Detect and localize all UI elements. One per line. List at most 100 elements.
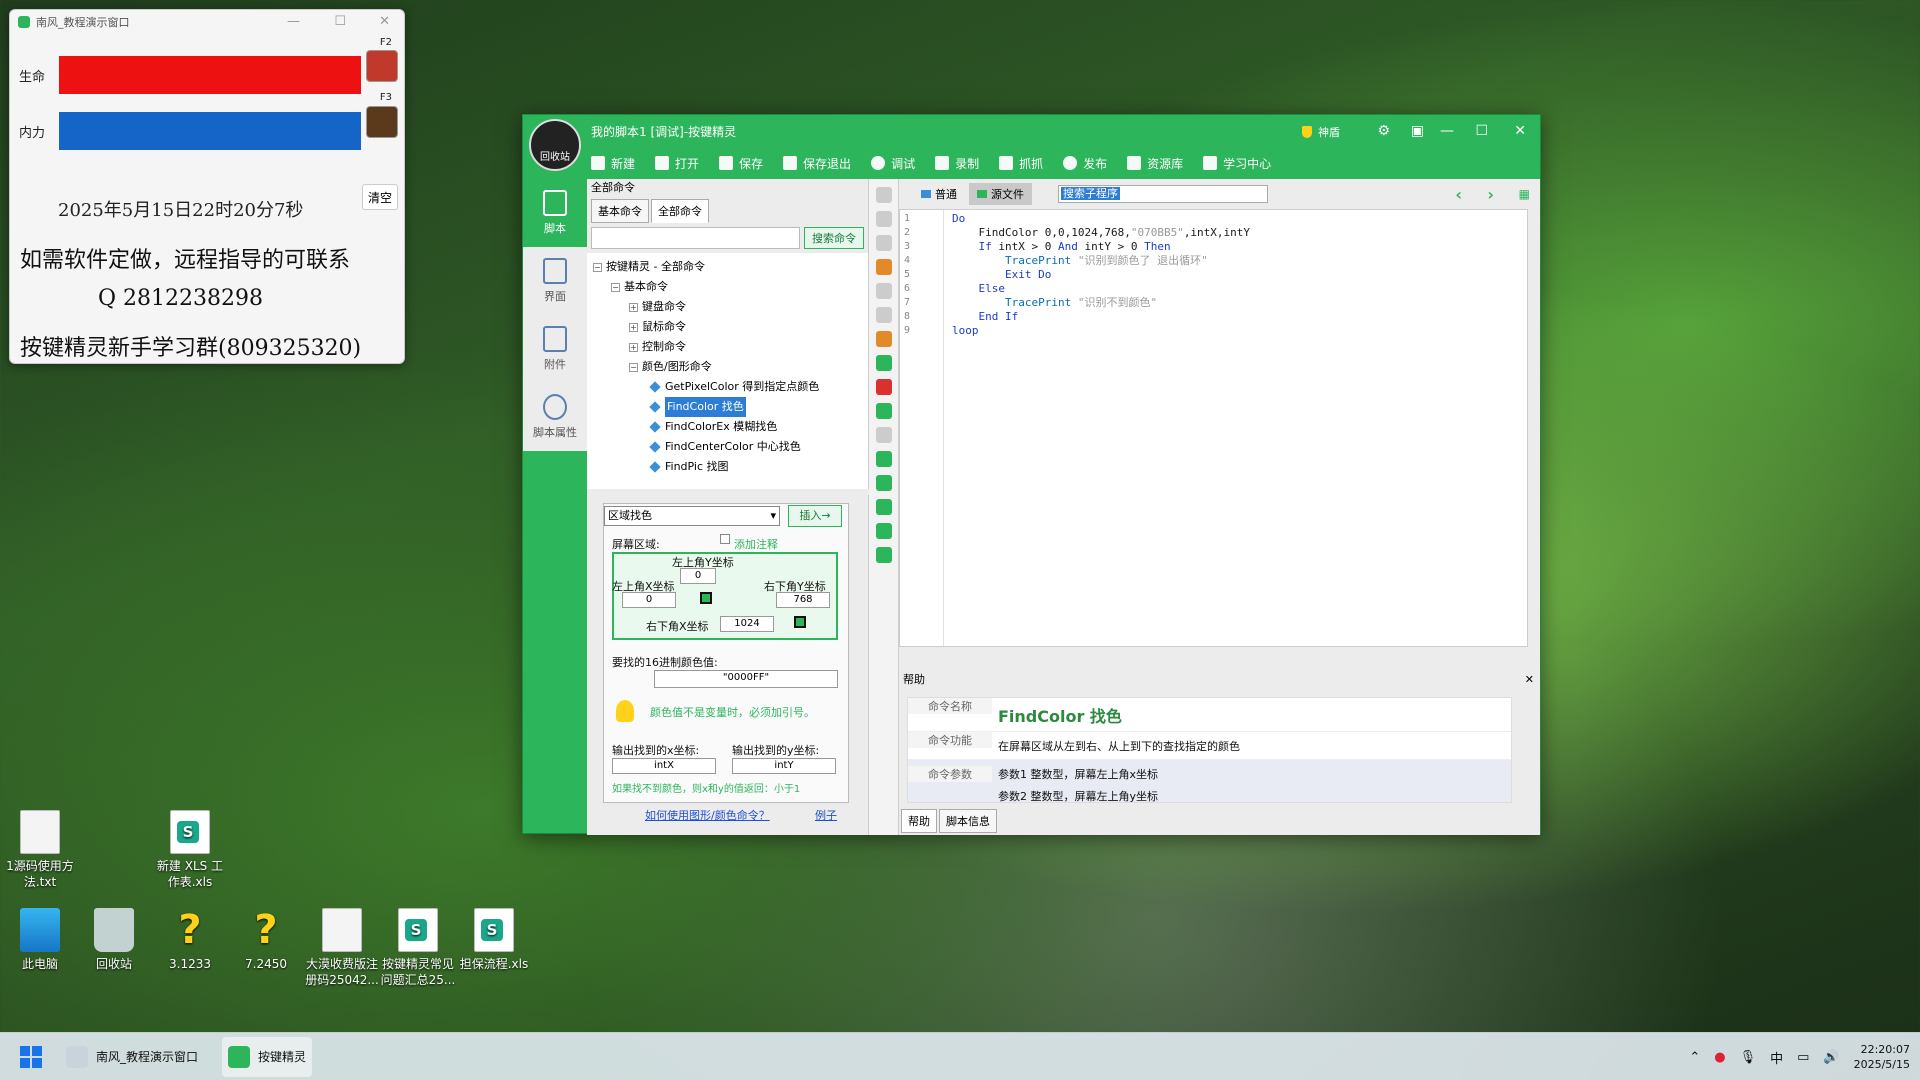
desktop-icon-this-pc[interactable]: 此电脑 — [0, 908, 80, 972]
hand-icon[interactable] — [875, 259, 892, 275]
network-icon[interactable]: ▭ — [1797, 1050, 1809, 1065]
desktop-icon-xls[interactable]: 新建 XLS 工 作表.xls — [150, 810, 230, 890]
replace-icon[interactable] — [875, 499, 892, 515]
arrow-up-icon[interactable] — [875, 211, 892, 227]
desktop-icon-guarantee[interactable]: 担保流程.xls — [454, 908, 534, 972]
collapse-icon[interactable]: − — [629, 362, 638, 372]
expand-icon[interactable]: + — [629, 342, 638, 352]
nav-script[interactable]: 脚本 — [523, 179, 587, 247]
tree-node[interactable]: + 键盘命令 — [593, 297, 862, 317]
ime-indicator[interactable]: 中 — [1770, 1048, 1783, 1067]
tree-leaf[interactable]: FindPic 找图 — [593, 457, 862, 477]
uncomment-icon[interactable] — [875, 379, 892, 395]
cmd-search-input[interactable] — [591, 227, 800, 249]
volume-icon[interactable]: 🔊 — [1823, 1050, 1839, 1065]
tree-leaf-selected[interactable]: FindColor 找色 — [593, 397, 862, 417]
maximize-icon[interactable]: ☐ — [1475, 123, 1488, 139]
maximize-icon[interactable]: ☐ — [334, 14, 346, 29]
color-input[interactable]: "0000FF" — [654, 670, 838, 688]
chevron-up-icon[interactable]: ⌃ — [1689, 1050, 1700, 1065]
desktop-icon-recycle-bin[interactable]: 回收站 — [74, 908, 154, 972]
how-to-use-link[interactable]: 如何使用图形/颜色命令？ — [645, 807, 770, 823]
save-exit-button[interactable]: 保存退出 — [783, 155, 851, 172]
microphone-icon[interactable]: 🎙 — [1740, 1050, 1757, 1065]
desktop-icon-dama[interactable]: 大漠收费版注 册码25042... — [302, 908, 382, 988]
nav-attachment[interactable]: 附件 — [523, 315, 587, 383]
tree-leaf[interactable]: FindCenterColor 中心找色 — [593, 437, 862, 457]
top-left-x-input[interactable]: 0 — [622, 592, 676, 608]
desktop-icon-unknown-1[interactable]: ? 3.1233 — [150, 908, 230, 972]
taskbar-anjian[interactable]: 按键精灵 — [222, 1036, 313, 1077]
minimize-icon[interactable]: — — [1440, 123, 1454, 139]
clear-button[interactable]: 清空 — [362, 184, 398, 210]
tab-help[interactable]: 帮助 — [901, 809, 937, 833]
add-comment-checkbox[interactable] — [720, 534, 730, 544]
insert-button[interactable]: 插入→ — [788, 505, 842, 527]
arrow-left-icon[interactable]: ‹ — [1455, 185, 1462, 204]
collapse-icon[interactable]: − — [611, 282, 620, 292]
skill-icon-f3[interactable] — [366, 106, 398, 138]
shield-button[interactable]: 神盾 — [1302, 124, 1340, 140]
tree-node[interactable]: + 控制命令 — [593, 337, 862, 357]
copy-icon[interactable] — [875, 307, 892, 323]
bottom-right-y-input[interactable]: 768 — [776, 592, 830, 608]
minimize-icon[interactable]: — — [287, 14, 300, 29]
crosshair-handle-top-left[interactable] — [700, 592, 712, 604]
gear-icon[interactable]: ⚙ — [1377, 123, 1390, 139]
resource-button[interactable]: 资源库 — [1127, 155, 1183, 172]
tree-leaf[interactable]: FindColorEx 模糊找色 — [593, 417, 862, 437]
layout-icon[interactable]: ▦ — [1519, 187, 1530, 201]
eye-icon[interactable] — [875, 547, 892, 563]
nav-properties[interactable]: 脚本属性 — [523, 383, 587, 451]
collapse-icon[interactable]: − — [593, 262, 602, 272]
tree-node[interactable]: − 颜色/图形命令 — [593, 357, 862, 377]
mode-select[interactable]: 区域找色 ▾ — [604, 506, 780, 526]
restore-icon[interactable]: ▣ — [1411, 123, 1424, 139]
open-button[interactable]: 打开 — [655, 155, 699, 172]
print-icon[interactable] — [875, 283, 892, 299]
desktop-icon-unknown-2[interactable]: ? 7.2450 — [226, 908, 306, 972]
subroutine-select[interactable]: 搜索子程序 — [1058, 185, 1268, 203]
publish-button[interactable]: 发布 — [1063, 155, 1107, 172]
capture-button[interactable]: 抓抓 — [999, 155, 1043, 172]
record-button[interactable]: 录制 — [935, 155, 979, 172]
goto-icon[interactable] — [875, 451, 892, 467]
tree-node[interactable]: − 按键精灵 - 全部命令 — [593, 257, 862, 277]
tab-all-commands[interactable]: 全部命令 — [651, 199, 709, 223]
tree-node[interactable]: − 基本命令 — [593, 277, 862, 297]
tray-app-icon[interactable]: ● — [1714, 1050, 1725, 1065]
close-icon[interactable]: ✕ — [1514, 123, 1526, 139]
new-button[interactable]: 新建 — [591, 155, 635, 172]
tab-basic-commands[interactable]: 基本命令 — [591, 199, 649, 223]
code-editor[interactable]: 1 2 3 4 5 6 7 8 9 Do FindColor 0,0,1024,… — [899, 209, 1528, 647]
tree-leaf[interactable]: GetPixelColor 得到指定点颜色 — [593, 377, 862, 397]
template-icon[interactable] — [875, 523, 892, 539]
comment-icon[interactable] — [875, 355, 892, 371]
cmd-search-button[interactable]: 搜索命令 — [804, 227, 864, 249]
undo-icon[interactable] — [875, 403, 892, 419]
nav-ui[interactable]: 界面 — [523, 247, 587, 315]
mode-normal-button[interactable]: 普通 — [913, 183, 965, 205]
crosshair-handle-bottom-right[interactable] — [794, 616, 806, 628]
taskbar-demo-window[interactable]: 南风_教程演示窗口 — [60, 1037, 204, 1077]
expand-icon[interactable]: + — [629, 302, 638, 312]
mode-source-button[interactable]: 源文件 — [969, 183, 1032, 205]
cut-icon[interactable] — [875, 235, 892, 251]
find-icon[interactable] — [875, 475, 892, 491]
example-link[interactable]: 例子 — [815, 807, 837, 823]
paste-icon[interactable] — [875, 331, 892, 347]
save-button[interactable]: 保存 — [719, 155, 763, 172]
tree-node[interactable]: + 鼠标命令 — [593, 317, 862, 337]
start-button[interactable] — [20, 1045, 42, 1068]
clock[interactable]: 22:20:07 2025/5/15 — [1854, 1042, 1910, 1072]
debug-button[interactable]: 调试 — [871, 155, 915, 172]
bottom-right-x-input[interactable]: 1024 — [720, 616, 774, 632]
close-icon[interactable]: ✕ — [379, 14, 390, 29]
arrow-down-icon[interactable] — [875, 187, 892, 203]
redo-icon[interactable] — [875, 427, 892, 443]
learn-center-button[interactable]: 学习中心 — [1203, 155, 1271, 172]
output-y-input[interactable]: intY — [732, 758, 836, 774]
desktop-icon-faq[interactable]: 按键精灵常见 问题汇总25... — [378, 908, 458, 988]
close-icon[interactable]: ✕ — [1525, 671, 1534, 689]
arrow-right-icon[interactable]: › — [1487, 185, 1494, 204]
